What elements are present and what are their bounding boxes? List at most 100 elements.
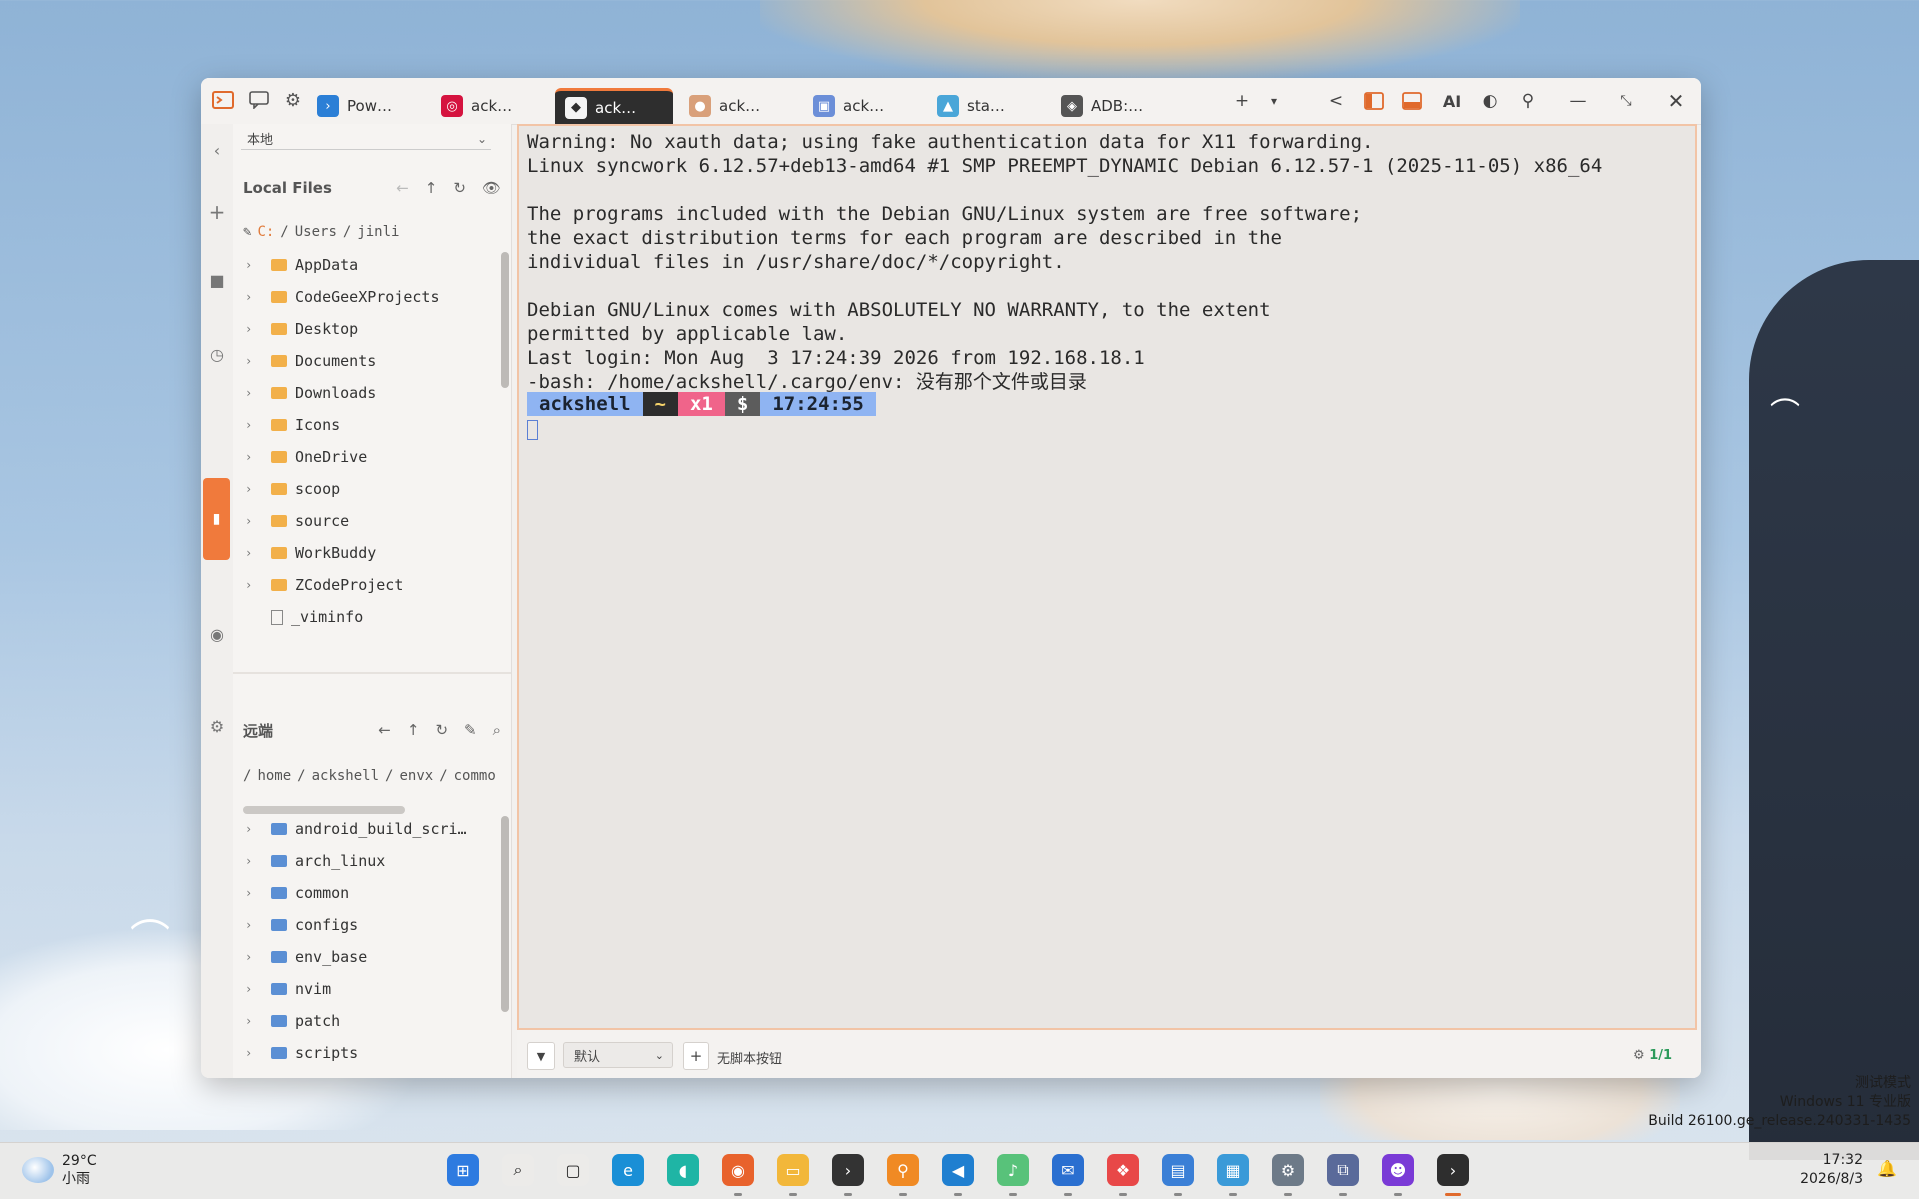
tab-session[interactable]: ◆ ack… xyxy=(555,88,673,124)
profile-select[interactable]: 默认 ⌄ xyxy=(563,1042,673,1068)
list-item[interactable]: › source xyxy=(233,508,495,534)
path-segment[interactable]: envx xyxy=(399,768,433,784)
ackshell-icon[interactable]: › xyxy=(1437,1154,1469,1186)
panel-toggle-icon[interactable] xyxy=(1397,86,1427,116)
list-item[interactable]: › WorkBuddy xyxy=(233,540,495,566)
start-icon[interactable]: ⊞ xyxy=(447,1154,479,1186)
chat-icon[interactable] xyxy=(245,86,273,114)
local-scrollbar[interactable] xyxy=(501,252,509,388)
search-icon[interactable]: ⌕ xyxy=(493,721,501,739)
list-item[interactable]: › CodeGeeXProjects xyxy=(233,284,495,310)
path-segment[interactable]: ackshell xyxy=(312,768,379,784)
up-arrow-icon[interactable]: ↑ xyxy=(425,179,438,197)
location-select[interactable]: 本地 ⌄ xyxy=(241,128,491,150)
tab-session[interactable]: › Pow… xyxy=(307,88,425,124)
files-panel-icon[interactable]: ▮ xyxy=(203,478,230,560)
theme-icon[interactable]: ◐ xyxy=(1475,86,1505,116)
gear-icon[interactable]: ⚙ xyxy=(279,86,307,114)
tab-session[interactable]: ▲ sta… xyxy=(927,88,1045,124)
remote-path-breadcrumb[interactable]: / home / ackshell / envx / commo xyxy=(243,764,507,788)
tab-list-dropdown[interactable]: ▾ xyxy=(1259,86,1289,116)
edge-icon[interactable]: e xyxy=(612,1154,644,1186)
minimize-button[interactable]: — xyxy=(1563,86,1593,116)
list-item[interactable]: › AppData xyxy=(233,252,495,278)
vscode-icon[interactable]: ◀ xyxy=(942,1154,974,1186)
cat-app-icon[interactable]: ☻ xyxy=(1382,1154,1414,1186)
list-item[interactable]: › Desktop xyxy=(233,316,495,342)
firefox-icon[interactable]: ◉ xyxy=(722,1154,754,1186)
remote-path-scrollbar[interactable] xyxy=(243,806,405,814)
list-item[interactable]: › scoop xyxy=(233,476,495,502)
session-counter[interactable]: ⚙ 1/1 xyxy=(1633,1048,1672,1063)
add-icon[interactable]: + xyxy=(205,200,229,224)
collapse-icon[interactable]: ‹ xyxy=(205,138,229,162)
remote-scrollbar[interactable] xyxy=(501,816,509,1012)
local-path-breadcrumb[interactable]: ✎ C: / Users / jinli xyxy=(243,220,507,244)
list-item[interactable]: › scripts xyxy=(233,1040,495,1066)
codegeex-icon[interactable]: ◖ xyxy=(667,1154,699,1186)
list-item[interactable]: › patch xyxy=(233,1008,495,1034)
list-item[interactable]: › OneDrive xyxy=(233,444,495,470)
android-icon[interactable]: ⚙ xyxy=(205,714,229,738)
taskview-icon[interactable]: ▢ xyxy=(557,1154,589,1186)
list-item[interactable]: › configs xyxy=(233,912,495,938)
network-icon[interactable]: ⧉ xyxy=(1327,1154,1359,1186)
list-item[interactable]: › android_build_scri… xyxy=(233,816,495,842)
edit-path-icon[interactable]: ✎ xyxy=(243,224,251,240)
path-segment[interactable]: home xyxy=(257,768,291,784)
list-item[interactable]: › Documents xyxy=(233,348,495,374)
tab-session[interactable]: ▣ ack… xyxy=(803,88,921,124)
pin-icon[interactable]: ⚲ xyxy=(1513,86,1543,116)
tab-session[interactable]: ● ack… xyxy=(679,88,797,124)
list-item[interactable]: › nvim xyxy=(233,976,495,1002)
terminal[interactable]: Warning: No xauth data; using fake authe… xyxy=(517,124,1697,1030)
everything-search-icon[interactable]: ⚲ xyxy=(887,1154,919,1186)
thunderbird-icon[interactable]: ✉ xyxy=(1052,1154,1084,1186)
refresh-icon[interactable]: ↻ xyxy=(435,721,448,739)
back-button[interactable]: < xyxy=(1321,86,1351,116)
ai-button[interactable]: AI xyxy=(1437,86,1467,116)
system-clock[interactable]: 17:32 2026/8/3 xyxy=(1800,1151,1863,1189)
settings-icon[interactable]: ⚙ xyxy=(1272,1154,1304,1186)
list-item[interactable]: › common xyxy=(233,880,495,906)
path-drive[interactable]: C: xyxy=(257,224,274,240)
eye-icon[interactable]: 👁 xyxy=(482,179,501,197)
tab-session[interactable]: ◎ ack… xyxy=(431,88,549,124)
path-segment[interactable]: commo xyxy=(454,768,496,784)
list-item[interactable]: › ZCodeProject xyxy=(233,572,495,598)
close-button[interactable]: ✕ xyxy=(1661,86,1691,116)
list-item[interactable]: _viminfo xyxy=(233,604,495,630)
explorer-icon[interactable]: ▭ xyxy=(777,1154,809,1186)
add-script-button[interactable]: + xyxy=(683,1042,709,1070)
back-arrow-icon[interactable]: ← xyxy=(378,721,391,739)
up-arrow-icon[interactable]: ↑ xyxy=(407,721,420,739)
record-icon[interactable]: ◉ xyxy=(205,622,229,646)
weather-widget[interactable]: 29°C 小雨 xyxy=(22,1152,97,1188)
list-item[interactable]: › arch_linux xyxy=(233,848,495,874)
tab-session[interactable]: ◈ ADB:… xyxy=(1051,88,1169,124)
path-segment[interactable]: jinli xyxy=(357,224,399,240)
list-item[interactable]: › Icons xyxy=(233,412,495,438)
refresh-icon[interactable]: ↻ xyxy=(453,179,466,197)
remote-desktop-icon[interactable]: ▤ xyxy=(1162,1154,1194,1186)
stop-icon[interactable]: ■ xyxy=(205,268,229,292)
history-icon[interactable]: ◷ xyxy=(205,342,229,366)
add-tab-button[interactable]: + xyxy=(1227,86,1257,116)
restore-button[interactable]: ⤡ xyxy=(1611,86,1641,116)
app-red-icon[interactable]: ❖ xyxy=(1107,1154,1139,1186)
app-menu-icon[interactable] xyxy=(209,86,237,114)
terminal-icon[interactable]: › xyxy=(832,1154,864,1186)
list-item[interactable]: › env_base xyxy=(233,944,495,970)
panel-divider[interactable] xyxy=(233,672,511,674)
notification-icon[interactable]: 🔔 xyxy=(1877,1159,1897,1178)
list-item[interactable]: ›service xyxy=(233,1072,495,1078)
back-arrow-icon[interactable]: ← xyxy=(396,179,409,197)
vm-manager-icon[interactable]: ▦ xyxy=(1217,1154,1249,1186)
list-item[interactable]: › Downloads xyxy=(233,380,495,406)
sidebar-toggle-icon[interactable] xyxy=(1359,86,1389,116)
search-icon[interactable]: ⌕ xyxy=(502,1154,534,1186)
edit-icon[interactable]: ✎ xyxy=(464,721,477,739)
music-icon[interactable]: ♪ xyxy=(997,1154,1029,1186)
path-segment[interactable]: Users xyxy=(295,224,337,240)
collapse-scripts-button[interactable]: ▼ xyxy=(527,1042,555,1070)
